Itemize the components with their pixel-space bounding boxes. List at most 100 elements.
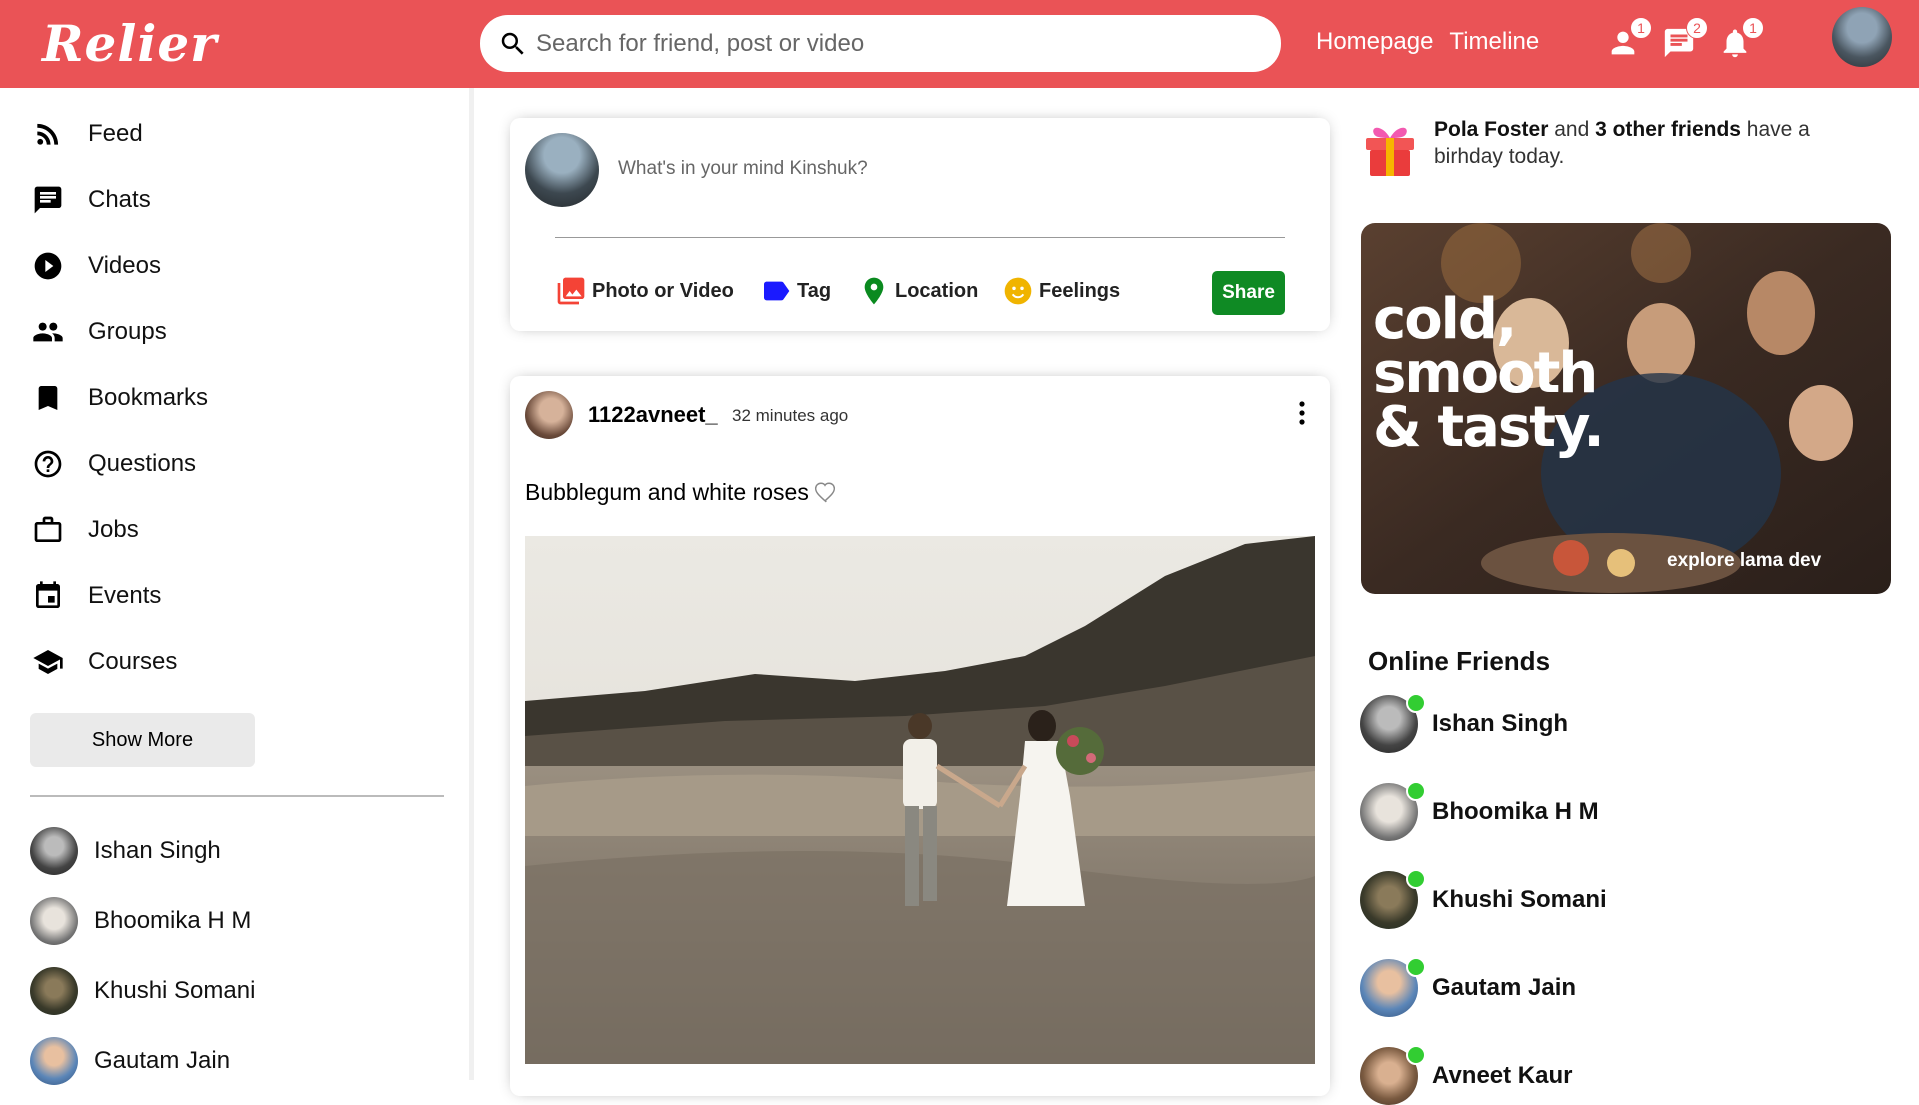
top-links: Homepage Timeline xyxy=(1316,28,1539,56)
share-input[interactable] xyxy=(618,158,1218,180)
tag-option[interactable]: Tag xyxy=(760,275,831,307)
photo-video-option[interactable]: Photo or Video xyxy=(555,275,734,307)
avatar xyxy=(30,827,78,875)
post-card: 1122avneet_ 32 minutes ago Bubblegum and… xyxy=(510,376,1330,1096)
option-label: Photo or Video xyxy=(592,279,734,302)
online-friend-item[interactable]: Khushi Somani xyxy=(1360,869,1607,929)
post-image[interactable] xyxy=(525,536,1315,1064)
show-more-button[interactable]: Show More xyxy=(30,713,255,767)
search-icon xyxy=(501,32,524,55)
ad-line: cold, xyxy=(1373,287,1517,352)
location-option[interactable]: Location xyxy=(858,275,978,307)
rss-feed-icon xyxy=(37,123,59,145)
sidebar: Feed Chats Videos Groups Bookmarks Quest… xyxy=(0,88,474,1085)
birthday-others: 3 other friends xyxy=(1595,118,1741,141)
heart-outline-icon xyxy=(814,482,835,503)
option-label: Location xyxy=(895,279,979,302)
profile-avatar[interactable] xyxy=(1832,7,1892,67)
avatar xyxy=(30,897,78,945)
avatar xyxy=(1360,957,1426,1017)
messages-button[interactable]: 2 xyxy=(1662,17,1708,62)
online-friend-name: Bhoomika H M xyxy=(1432,798,1599,825)
label-icon xyxy=(764,281,790,301)
avatar xyxy=(1360,869,1426,929)
sidebar-item-label: Bookmarks xyxy=(88,384,209,411)
help-circle-icon xyxy=(34,450,62,478)
birthday-name: Pola Foster xyxy=(1434,118,1549,141)
bookmark-icon xyxy=(38,386,58,410)
briefcase-icon xyxy=(34,516,62,542)
online-friend-item[interactable]: Ishan Singh xyxy=(1360,693,1568,753)
avatar xyxy=(1360,781,1426,841)
birthday-notice[interactable]: Pola Foster and 3 other friends have a b… xyxy=(1362,116,1834,178)
sidebar-item-jobs[interactable]: Jobs xyxy=(32,514,139,546)
sidebar-item-label: Courses xyxy=(88,648,178,675)
avatar xyxy=(1360,693,1426,753)
gift-icon xyxy=(1366,127,1414,176)
messages-badge: 2 xyxy=(1686,17,1708,39)
play-circle-icon xyxy=(34,252,62,280)
sidebar-item-feed[interactable]: Feed xyxy=(32,118,143,150)
sidebar-item-events[interactable]: Events xyxy=(32,580,161,612)
ad-line: & tasty. xyxy=(1373,395,1605,460)
friend-requests-button[interactable]: 1 xyxy=(1606,17,1652,62)
friend-item[interactable]: Gautam Jain xyxy=(30,1037,230,1085)
couple-walking-photo xyxy=(525,536,1315,1064)
share-card: Photo or Video Tag Location Feelings Sha… xyxy=(510,118,1330,331)
sidebar-item-questions[interactable]: Questions xyxy=(32,448,196,480)
online-friend-item[interactable]: Avneet Kaur xyxy=(1360,1045,1573,1105)
ad-banner[interactable]: cold, smooth & tasty. explore lama dev xyxy=(1361,223,1891,594)
post-time: 32 minutes ago xyxy=(732,406,849,425)
ad-line: smooth xyxy=(1373,341,1598,406)
avatar[interactable] xyxy=(525,133,599,207)
avatar xyxy=(1360,1045,1426,1105)
calendar-icon xyxy=(36,581,60,608)
sidebar-item-label: Questions xyxy=(88,450,197,477)
online-status-dot xyxy=(1406,781,1426,801)
divider xyxy=(555,237,1285,238)
birthday-text: Pola Foster and 3 other friends have a b… xyxy=(1434,116,1834,178)
emoji-icon xyxy=(1004,277,1032,305)
birthday-mid: and xyxy=(1548,118,1596,141)
friend-item[interactable]: Bhoomika H M xyxy=(30,897,251,945)
friend-name: Bhoomika H M xyxy=(94,907,252,934)
avatar xyxy=(30,1037,78,1085)
online-status-dot xyxy=(1406,1045,1426,1065)
photo-library-icon xyxy=(557,277,585,305)
online-friend-item[interactable]: Gautam Jain xyxy=(1360,957,1577,1017)
online-friend-item[interactable]: Bhoomika H M xyxy=(1360,781,1599,841)
friend-name: Khushi Somani xyxy=(94,977,256,1004)
friend-name: Ishan Singh xyxy=(94,837,221,864)
notifications-button[interactable]: 1 xyxy=(1718,17,1764,62)
timeline-link[interactable]: Timeline xyxy=(1449,28,1539,56)
logo[interactable]: Relier xyxy=(42,14,218,73)
sidebar-item-label: Groups xyxy=(88,318,167,345)
sidebar-item-label: Videos xyxy=(88,252,161,279)
more-vert-icon[interactable] xyxy=(1290,398,1314,428)
sidebar-item-bookmarks[interactable]: Bookmarks xyxy=(32,382,208,414)
share-button[interactable]: Share xyxy=(1212,271,1285,315)
sidebar-item-videos[interactable]: Videos xyxy=(32,250,161,282)
homepage-link[interactable]: Homepage xyxy=(1316,28,1433,56)
option-label: Tag xyxy=(797,279,832,302)
search-bar[interactable] xyxy=(480,15,1281,72)
online-friend-name: Gautam Jain xyxy=(1432,974,1577,1001)
friend-item[interactable]: Ishan Singh xyxy=(30,827,221,875)
sidebar-item-groups[interactable]: Groups xyxy=(32,316,167,348)
search-input[interactable] xyxy=(536,29,1236,58)
sidebar-item-label: Events xyxy=(88,582,162,609)
online-status-dot xyxy=(1406,869,1426,889)
sidebar-item-courses[interactable]: Courses xyxy=(32,646,177,678)
online-status-dot xyxy=(1406,693,1426,713)
online-friend-name: Khushi Somani xyxy=(1432,886,1607,913)
post-text: Bubblegum and white roses xyxy=(525,478,839,506)
friend-name: Gautam Jain xyxy=(94,1047,231,1074)
post-username[interactable]: 1122avneet_ xyxy=(588,402,718,428)
friend-item[interactable]: Khushi Somani xyxy=(30,967,255,1015)
topbar: Relier Homepage Timeline 1 2 1 xyxy=(0,0,1919,88)
avatar[interactable] xyxy=(525,391,573,439)
online-friend-name: Avneet Kaur xyxy=(1432,1062,1573,1089)
sidebar-item-chats[interactable]: Chats xyxy=(32,184,151,216)
avatar xyxy=(30,967,78,1015)
feelings-option[interactable]: Feelings xyxy=(1002,275,1120,307)
